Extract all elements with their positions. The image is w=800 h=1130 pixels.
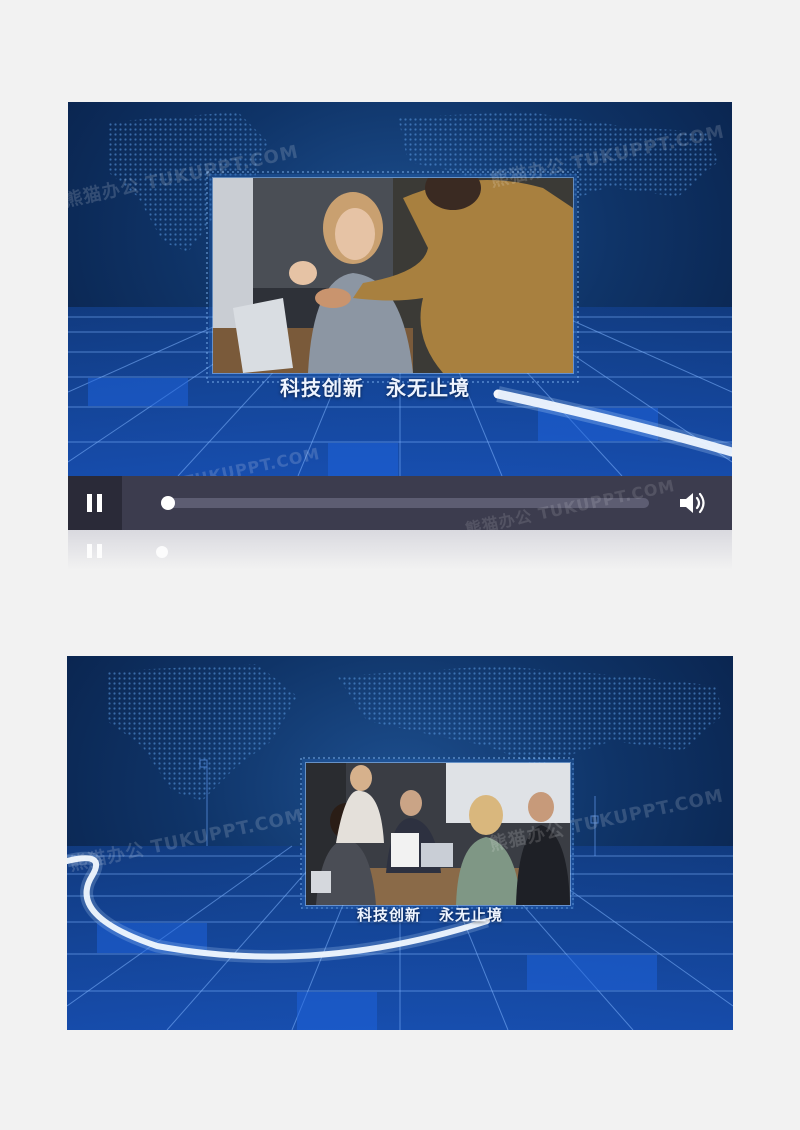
volume-button[interactable]: [678, 490, 706, 516]
volume-icon: [680, 492, 705, 514]
pause-button[interactable]: [68, 476, 122, 530]
caption-part-2: 永无止境: [386, 376, 470, 400]
control-bar-reflection: [68, 530, 732, 570]
caption-part-1: 科技创新: [280, 376, 364, 400]
video-caption: 科技创新 永无止境: [280, 372, 470, 401]
video-caption: 科技创新 永无止境: [357, 904, 503, 925]
caption-part-2: 永无止境: [439, 906, 504, 924]
video-control-bar: 熊猫办公 TUKUPPT.COM: [68, 476, 732, 539]
progress-knob[interactable]: [161, 496, 175, 510]
video-frame-1[interactable]: 科技创新 永无止境 熊猫办公 TUKUPPT.COM 熊猫办公 TUKUPPT.C…: [68, 102, 732, 476]
caption-part-1: 科技创新: [357, 906, 422, 924]
video-frame-2[interactable]: 科技创新 永无止境 熊猫办公 TUKUPPT.COM 熊猫办公 TUKUPPT.C…: [67, 656, 733, 1030]
office-photo-discussion: [212, 177, 574, 374]
